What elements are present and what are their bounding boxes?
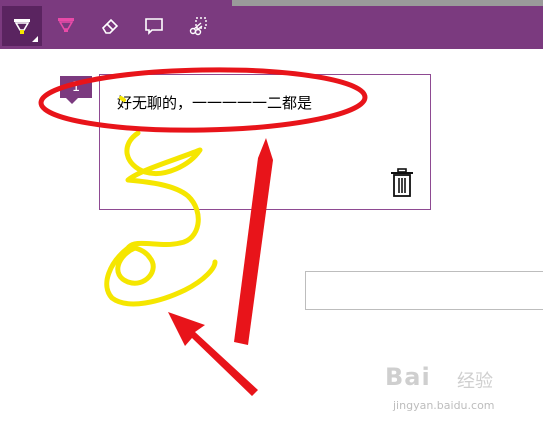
eraser-tool-button[interactable] (90, 6, 130, 46)
clip-tool-button[interactable] (178, 6, 218, 46)
note-badge-tail (66, 98, 78, 104)
comment-icon (145, 18, 163, 35)
note-number-badge[interactable]: 1 (60, 76, 92, 98)
window-strip (232, 0, 543, 6)
watermark-url: jingyan.baidu.com (393, 399, 495, 412)
comment-tool-button[interactable] (134, 6, 174, 46)
yellow-ink-loop (115, 245, 156, 286)
watermark-brand2: 经验 (457, 371, 493, 392)
highlighter-tool-button[interactable] (46, 6, 86, 46)
reply-input[interactable] (305, 271, 543, 310)
watermark-brand: Bai (385, 363, 431, 391)
pen-tool-button[interactable] (2, 6, 42, 46)
eraser-icon (101, 18, 119, 34)
baidu-watermark: Bai 经验 jingyan.baidu.com (385, 363, 535, 419)
pen-icon (14, 19, 30, 34)
note-text[interactable]: 好无聊的，一一一一一二都是 (117, 92, 312, 113)
dropdown-corner-icon (32, 36, 38, 42)
toolbar (0, 0, 543, 49)
highlighter-icon (58, 18, 74, 32)
trash-icon[interactable] (390, 168, 414, 198)
red-arrow-lower (168, 312, 258, 396)
clip-icon (189, 17, 207, 36)
